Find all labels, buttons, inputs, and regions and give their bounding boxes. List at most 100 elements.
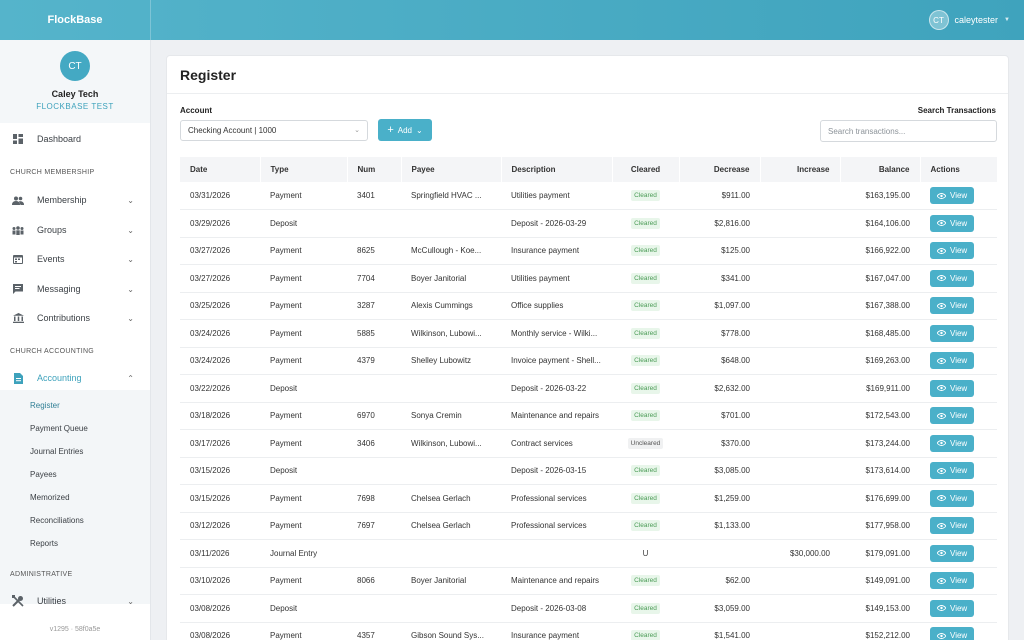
view-button[interactable]: View [930,517,975,535]
sidebar-item-messaging[interactable]: Messaging ⌄ [0,276,150,302]
view-button[interactable]: View [930,407,975,425]
sidebar-item-membership[interactable]: Membership ⌄ [0,187,150,213]
table-row[interactable]: 03/08/2026 Deposit Deposit - 2026-03-08 Cle… [180,594,997,623]
sidebar-item-events[interactable]: Events ⌄ [0,246,150,272]
table-row[interactable]: 03/31/2026 Payment 3401 Springfield HVAC ..… [180,182,997,210]
app-brand[interactable]: FlockBase [0,0,151,40]
sidebar-item-dashboard[interactable]: Dashboard [0,126,150,152]
cell-num: 3287 [347,292,401,320]
table-row[interactable]: 03/24/2026 Payment 4379 Shelley Lubowitz Inv… [180,347,997,375]
search-input[interactable] [820,120,997,142]
view-button[interactable]: View [930,544,975,562]
col-cleared[interactable]: Cleared [612,157,680,182]
cell-increase [760,319,840,348]
view-button[interactable]: View [930,627,975,640]
org-name: Caley Tech [51,89,99,99]
cell-balance: $168,485.00 [840,319,920,348]
table-row[interactable]: 03/10/2026 Payment 8066 Boyer Janitorial Mai… [180,567,997,595]
view-button[interactable]: View [930,434,975,452]
user-avatar: CT [928,10,949,30]
view-button[interactable]: View [930,297,975,315]
chevron-down-icon: ⌄ [354,127,360,134]
col-num[interactable]: Num [347,157,402,182]
cell-cleared: Cleared [612,374,679,403]
cleared-status-badge: Cleared [631,300,660,312]
cell-cleared: Cleared [612,319,679,348]
col-decrease[interactable]: Decrease [679,157,761,182]
cell-balance: $152,212.00 [840,622,920,640]
view-button-label: View [950,191,968,200]
cell-decrease: $778.00 [679,319,760,348]
cell-actions: View [920,484,997,513]
user-name: caleytester [954,15,999,25]
subnav-memorized[interactable]: Memorized [30,493,70,502]
table-row[interactable]: 03/15/2026 Deposit Deposit - 2026-03-15 Cle… [180,457,997,485]
view-button[interactable]: View [930,379,975,397]
col-balance[interactable]: Balance [840,157,921,182]
table-row[interactable]: 03/27/2026 Payment 8625 McCullough - Koe...… [180,237,997,265]
view-button[interactable]: View [930,462,975,480]
subnav-reconciliations[interactable]: Reconciliations [30,516,84,525]
cleared-status-badge: Cleared [631,355,660,367]
eye-icon [937,522,946,529]
subnav-register[interactable]: Register [30,401,60,410]
cell-balance: $169,263.00 [840,347,920,375]
table-row[interactable]: 03/12/2026 Payment 7697 Chelsea Gerlach Prof… [180,512,997,540]
subnav-journal-entries[interactable]: Journal Entries [30,447,83,456]
sidebar-item-contributions[interactable]: Contributions ⌄ [0,305,150,331]
view-button[interactable]: View [930,599,975,617]
table-row[interactable]: 03/08/2026 Payment 4357 Gibson Sound Sys...… [180,622,997,640]
cell-date: 03/27/2026 [180,237,260,265]
col-description[interactable]: Description [501,157,613,182]
table-row[interactable]: 03/24/2026 Payment 5885 Wilkinson, Lubowi..… [180,319,997,348]
cleared-status-badge: Cleared [631,630,660,640]
table-row[interactable]: 03/22/2026 Deposit Deposit - 2026-03-22 Cle… [180,374,997,403]
subnav-reports[interactable]: Reports [30,539,58,548]
cell-payee [401,539,501,568]
col-type[interactable]: Type [260,157,348,182]
view-button[interactable]: View [930,214,975,232]
table-row[interactable]: 03/15/2026 Payment 7698 Chelsea Gerlach Prof… [180,484,997,513]
user-menu[interactable]: CT caleytester ▼ [928,10,1010,30]
subnav-payment-queue[interactable]: Payment Queue [30,424,88,433]
sidebar-item-accounting[interactable]: Accounting ⌃ [0,365,150,391]
view-button[interactable]: View [930,269,975,287]
table-row[interactable]: 03/25/2026 Payment 3287 Alexis Cummings Offi… [180,292,997,320]
view-button[interactable]: View [930,187,975,204]
table-row[interactable]: 03/18/2026 Payment 6970 Sonya Cremin Mainten… [180,402,997,430]
view-button[interactable]: View [930,324,975,342]
cell-type: Deposit [260,594,347,623]
table-row[interactable]: 03/27/2026 Payment 7704 Boyer Janitorial Uti… [180,264,997,293]
cell-date: 03/17/2026 [180,429,260,458]
col-date[interactable]: Date [180,157,261,182]
add-button[interactable]: + Add ⌄ [378,119,432,141]
col-increase[interactable]: Increase [760,157,841,182]
eye-icon [937,302,946,309]
org-header: CT Caley Tech FLOCKBASE TEST [0,40,150,123]
view-button[interactable]: View [930,352,975,370]
view-button[interactable]: View [930,242,975,260]
cell-date: 03/10/2026 [180,567,260,595]
view-button-label: View [950,493,968,503]
cell-balance: $169,911.00 [840,374,920,403]
cleared-status-badge: U [642,548,649,558]
cell-num: 3406 [347,429,401,458]
cell-increase [760,209,840,238]
col-payee[interactable]: Payee [401,157,502,182]
sidebar-item-utilities[interactable]: Utilities ⌄ [0,588,150,614]
table-row[interactable]: 03/11/2026 Journal Entry U $30,000.00 $179,0… [180,539,997,568]
view-button[interactable]: View [930,489,975,507]
view-button[interactable]: View [930,572,975,590]
sidebar-item-label: Dashboard [37,134,82,144]
cell-type: Deposit [260,457,347,485]
cell-date: 03/24/2026 [180,319,260,348]
cell-balance: $163,195.00 [840,182,920,210]
cell-date: 03/24/2026 [180,347,260,375]
chevron-down-icon: ⌄ [127,284,134,294]
table-row[interactable]: 03/29/2026 Deposit Deposit - 2026-03-29 Cle… [180,209,997,238]
table-row[interactable]: 03/17/2026 Payment 3406 Wilkinson, Lubowi..… [180,429,997,458]
account-select[interactable]: Checking Account | 1000 ⌄ [180,120,368,141]
sidebar-item-groups[interactable]: Groups ⌄ [0,217,150,243]
subnav-payees[interactable]: Payees [30,470,57,479]
cleared-status-badge: Cleared [631,245,660,257]
